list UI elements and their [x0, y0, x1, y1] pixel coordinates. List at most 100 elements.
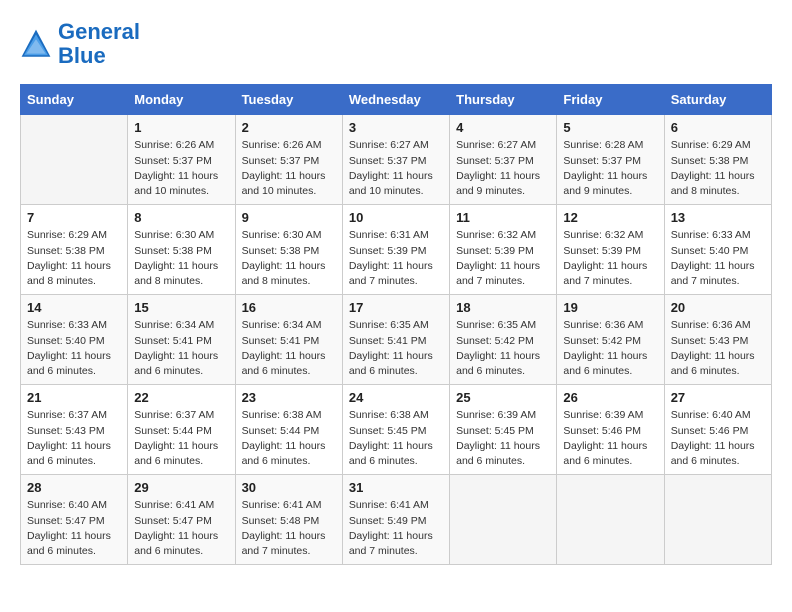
calendar-cell: 1Sunrise: 6:26 AMSunset: 5:37 PMDaylight… — [128, 115, 235, 205]
day-header-tuesday: Tuesday — [235, 85, 342, 115]
day-info: Sunrise: 6:27 AMSunset: 5:37 PMDaylight:… — [456, 138, 550, 199]
day-info: Sunrise: 6:41 AMSunset: 5:47 PMDaylight:… — [134, 498, 228, 559]
day-info: Sunrise: 6:33 AMSunset: 5:40 PMDaylight:… — [671, 228, 765, 289]
day-info: Sunrise: 6:30 AMSunset: 5:38 PMDaylight:… — [134, 228, 228, 289]
day-number: 4 — [456, 120, 550, 135]
day-number: 29 — [134, 480, 228, 495]
day-header-thursday: Thursday — [450, 85, 557, 115]
calendar-cell: 11 Sunrise: 6:32 AMSunset: 5:39 PMDayligh… — [450, 205, 557, 295]
day-info: Sunrise: 6:39 AMSunset: 5:45 PMDaylight:… — [456, 408, 550, 469]
calendar-cell: 14 Sunrise: 6:33 AMSunset: 5:40 PMDayligh… — [21, 295, 128, 385]
day-number: 31 — [349, 480, 443, 495]
day-header-wednesday: Wednesday — [342, 85, 449, 115]
day-number: 25 — [456, 390, 550, 405]
week-row-3: 14 Sunrise: 6:33 AMSunset: 5:40 PMDayligh… — [21, 295, 772, 385]
day-info: Sunrise: 6:28 AMSunset: 5:37 PMDaylight:… — [563, 138, 657, 199]
calendar-cell: 30 Sunrise: 6:41 AMSunset: 5:48 PMDayligh… — [235, 475, 342, 565]
week-row-4: 21 Sunrise: 6:37 AMSunset: 5:43 PMDayligh… — [21, 385, 772, 475]
calendar-cell: 17 Sunrise: 6:35 AMSunset: 5:41 PMDayligh… — [342, 295, 449, 385]
day-number: 27 — [671, 390, 765, 405]
week-row-2: 7Sunrise: 6:29 AMSunset: 5:38 PMDaylight… — [21, 205, 772, 295]
day-number: 22 — [134, 390, 228, 405]
calendar-cell: 10 Sunrise: 6:31 AMSunset: 5:39 PMDayligh… — [342, 205, 449, 295]
day-number: 16 — [242, 300, 336, 315]
day-info: Sunrise: 6:35 AMSunset: 5:41 PMDaylight:… — [349, 318, 443, 379]
calendar-cell — [557, 475, 664, 565]
day-info: Sunrise: 6:36 AMSunset: 5:43 PMDaylight:… — [671, 318, 765, 379]
day-number: 30 — [242, 480, 336, 495]
day-number: 26 — [563, 390, 657, 405]
day-info: Sunrise: 6:35 AMSunset: 5:42 PMDaylight:… — [456, 318, 550, 379]
day-number: 14 — [27, 300, 121, 315]
day-number: 5 — [563, 120, 657, 135]
day-number: 10 — [349, 210, 443, 225]
calendar-cell: 25 Sunrise: 6:39 AMSunset: 5:45 PMDayligh… — [450, 385, 557, 475]
calendar-cell: 15 Sunrise: 6:34 AMSunset: 5:41 PMDayligh… — [128, 295, 235, 385]
calendar-cell: 28 Sunrise: 6:40 AMSunset: 5:47 PMDayligh… — [21, 475, 128, 565]
day-number: 13 — [671, 210, 765, 225]
day-info: Sunrise: 6:33 AMSunset: 5:40 PMDaylight:… — [27, 318, 121, 379]
day-number: 20 — [671, 300, 765, 315]
day-info: Sunrise: 6:29 AMSunset: 5:38 PMDaylight:… — [671, 138, 765, 199]
day-number: 12 — [563, 210, 657, 225]
calendar-cell: 5 Sunrise: 6:28 AMSunset: 5:37 PMDaylight… — [557, 115, 664, 205]
calendar-cell: 19Sunrise: 6:36 AMSunset: 5:42 PMDayligh… — [557, 295, 664, 385]
day-info: Sunrise: 6:40 AMSunset: 5:46 PMDaylight:… — [671, 408, 765, 469]
calendar-cell: 6 Sunrise: 6:29 AMSunset: 5:38 PMDaylight… — [664, 115, 771, 205]
calendar-cell: 27 Sunrise: 6:40 AMSunset: 5:46 PMDayligh… — [664, 385, 771, 475]
logo-text: General Blue — [58, 20, 140, 68]
calendar-cell: 23Sunrise: 6:38 AMSunset: 5:44 PMDayligh… — [235, 385, 342, 475]
day-info: Sunrise: 6:31 AMSunset: 5:39 PMDaylight:… — [349, 228, 443, 289]
logo: General Blue — [20, 20, 140, 68]
day-info: Sunrise: 6:26 AMSunset: 5:37 PMDaylight:… — [134, 138, 228, 199]
day-number: 24 — [349, 390, 443, 405]
day-info: Sunrise: 6:34 AMSunset: 5:41 PMDaylight:… — [134, 318, 228, 379]
day-info: Sunrise: 6:32 AMSunset: 5:39 PMDaylight:… — [456, 228, 550, 289]
day-info: Sunrise: 6:38 AMSunset: 5:44 PMDaylight:… — [242, 408, 336, 469]
day-number: 21 — [27, 390, 121, 405]
day-number: 17 — [349, 300, 443, 315]
calendar-header: SundayMondayTuesdayWednesdayThursdayFrid… — [21, 85, 772, 115]
day-number: 7 — [27, 210, 121, 225]
day-info: Sunrise: 6:39 AMSunset: 5:46 PMDaylight:… — [563, 408, 657, 469]
day-info: Sunrise: 6:34 AMSunset: 5:41 PMDaylight:… — [242, 318, 336, 379]
calendar-cell: 18 Sunrise: 6:35 AMSunset: 5:42 PMDayligh… — [450, 295, 557, 385]
calendar-cell: 26 Sunrise: 6:39 AMSunset: 5:46 PMDayligh… — [557, 385, 664, 475]
calendar-cell: 16 Sunrise: 6:34 AMSunset: 5:41 PMDayligh… — [235, 295, 342, 385]
day-number: 11 — [456, 210, 550, 225]
calendar-cell — [664, 475, 771, 565]
calendar-cell: 31Sunrise: 6:41 AMSunset: 5:49 PMDayligh… — [342, 475, 449, 565]
calendar-cell: 13 Sunrise: 6:33 AMSunset: 5:40 PMDayligh… — [664, 205, 771, 295]
day-number: 28 — [27, 480, 121, 495]
calendar-cell: 29 Sunrise: 6:41 AMSunset: 5:47 PMDayligh… — [128, 475, 235, 565]
day-info: Sunrise: 6:26 AMSunset: 5:37 PMDaylight:… — [242, 138, 336, 199]
day-number: 9 — [242, 210, 336, 225]
calendar-cell: 2 Sunrise: 6:26 AMSunset: 5:37 PMDaylight… — [235, 115, 342, 205]
calendar-cell: 9Sunrise: 6:30 AMSunset: 5:38 PMDaylight… — [235, 205, 342, 295]
day-header-sunday: Sunday — [21, 85, 128, 115]
day-info: Sunrise: 6:37 AMSunset: 5:44 PMDaylight:… — [134, 408, 228, 469]
calendar-cell — [21, 115, 128, 205]
day-info: Sunrise: 6:37 AMSunset: 5:43 PMDaylight:… — [27, 408, 121, 469]
day-number: 18 — [456, 300, 550, 315]
day-number: 2 — [242, 120, 336, 135]
calendar-cell: 21 Sunrise: 6:37 AMSunset: 5:43 PMDayligh… — [21, 385, 128, 475]
day-info: Sunrise: 6:32 AMSunset: 5:39 PMDaylight:… — [563, 228, 657, 289]
calendar-cell: 24Sunrise: 6:38 AMSunset: 5:45 PMDayligh… — [342, 385, 449, 475]
calendar-table: SundayMondayTuesdayWednesdayThursdayFrid… — [20, 84, 772, 565]
calendar-cell: 8Sunrise: 6:30 AMSunset: 5:38 PMDaylight… — [128, 205, 235, 295]
day-number: 3 — [349, 120, 443, 135]
day-header-saturday: Saturday — [664, 85, 771, 115]
calendar-cell: 12 Sunrise: 6:32 AMSunset: 5:39 PMDayligh… — [557, 205, 664, 295]
day-info: Sunrise: 6:40 AMSunset: 5:47 PMDaylight:… — [27, 498, 121, 559]
day-number: 15 — [134, 300, 228, 315]
day-number: 6 — [671, 120, 765, 135]
calendar-cell — [450, 475, 557, 565]
day-info: Sunrise: 6:41 AMSunset: 5:48 PMDaylight:… — [242, 498, 336, 559]
calendar-cell: 22 Sunrise: 6:37 AMSunset: 5:44 PMDayligh… — [128, 385, 235, 475]
calendar-cell: 20 Sunrise: 6:36 AMSunset: 5:43 PMDayligh… — [664, 295, 771, 385]
day-header-friday: Friday — [557, 85, 664, 115]
week-row-1: 1Sunrise: 6:26 AMSunset: 5:37 PMDaylight… — [21, 115, 772, 205]
day-info: Sunrise: 6:36 AMSunset: 5:42 PMDaylight:… — [563, 318, 657, 379]
week-row-5: 28 Sunrise: 6:40 AMSunset: 5:47 PMDayligh… — [21, 475, 772, 565]
